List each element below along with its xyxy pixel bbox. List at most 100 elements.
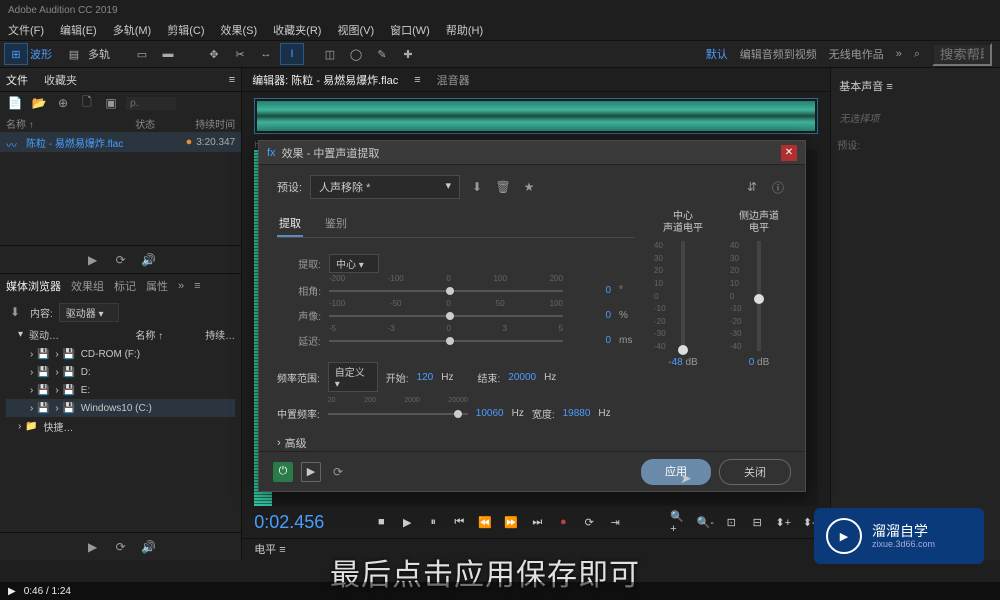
center-level-slider[interactable]: 403020100-10-20-30-40: [672, 241, 694, 351]
tab-properties[interactable]: 属性: [146, 278, 168, 294]
center-freq-value[interactable]: 10060: [476, 408, 504, 419]
filter-button[interactable]: ▣: [102, 94, 120, 112]
browser-menu-icon[interactable]: ≡: [194, 280, 200, 292]
tab-extract[interactable]: 提取: [277, 211, 303, 237]
phase-value[interactable]: 0: [571, 285, 611, 296]
time-select-tool-button[interactable]: I: [280, 43, 304, 65]
tree-item[interactable]: ›💾›💾CD-ROM (F:): [6, 345, 235, 363]
move-tool-button[interactable]: ✥: [202, 43, 226, 65]
editor-tab-menu-icon[interactable]: ≡: [414, 74, 420, 86]
center-level-value[interactable]: -48: [668, 357, 682, 368]
zoom-sel-button[interactable]: ⊟: [748, 513, 766, 531]
advanced-toggle[interactable]: › 高级: [277, 435, 635, 451]
editor-tab[interactable]: 编辑器: 陈粒 - 易燃易爆炸.flac: [252, 72, 398, 88]
zoom-full-button[interactable]: ⊡: [722, 513, 740, 531]
preview-play-button[interactable]: ▶: [301, 462, 321, 482]
close-button[interactable]: 关闭: [719, 459, 791, 485]
tab-files[interactable]: 文件: [6, 72, 28, 88]
browser-more-button[interactable]: »: [178, 280, 184, 292]
delay-value[interactable]: 0: [571, 335, 611, 346]
tab-markers[interactable]: 标记: [114, 278, 136, 294]
side-level-value[interactable]: 0: [749, 357, 755, 368]
tab-media-browser[interactable]: 媒体浏览器: [6, 278, 61, 294]
file-row[interactable]: 〰 陈粒 - 易燃易爆炸.flac ● 3:20.347: [0, 132, 241, 152]
import-button[interactable]: 🗋: [78, 94, 96, 112]
phase-slider[interactable]: -200-1000100200: [329, 284, 563, 298]
content-dropdown[interactable]: 驱动器 ▾: [59, 303, 119, 322]
stop-button[interactable]: ■: [372, 513, 390, 531]
workspace-more-button[interactable]: »: [896, 48, 902, 60]
preview-loop-button[interactable]: ⟳: [112, 251, 130, 269]
start-value[interactable]: 120: [417, 372, 434, 383]
multitrack-mode-button[interactable]: ▤: [62, 43, 86, 65]
browser-loop-button[interactable]: ⟳: [112, 538, 130, 556]
zoom-out-button[interactable]: 🔍-: [696, 513, 714, 531]
play-button[interactable]: ▶: [398, 513, 416, 531]
tree-item-quick[interactable]: ›📁快捷…: [6, 417, 235, 435]
workspace-radio[interactable]: 无线电作品: [829, 46, 884, 62]
razor-tool-button[interactable]: ✂: [228, 43, 252, 65]
menu-multitrack[interactable]: 多轨(M): [109, 20, 156, 40]
workspace-default[interactable]: 默认: [706, 46, 728, 62]
workspace-edit-audio[interactable]: 编辑音频到视频: [740, 46, 817, 62]
mixer-tab[interactable]: 混音器: [437, 72, 470, 88]
favorite-preset-button[interactable]: ★: [520, 178, 538, 196]
record-new-button[interactable]: ⊕: [54, 94, 72, 112]
zoom-in-amp-button[interactable]: ⬍+: [774, 513, 792, 531]
menu-effects[interactable]: 效果(S): [217, 20, 262, 40]
pause-button[interactable]: ⏸: [424, 513, 442, 531]
col-name[interactable]: 名称 ↑: [6, 116, 135, 130]
tree-toggle-icon[interactable]: ▾: [18, 329, 23, 340]
extract-dropdown[interactable]: 中心 ▾: [329, 254, 379, 273]
channel-map-button[interactable]: ⇵: [743, 178, 761, 196]
tab-identify[interactable]: 鉴别: [323, 211, 349, 237]
width-value[interactable]: 19880: [563, 408, 591, 419]
col-status[interactable]: 状态: [135, 116, 175, 130]
tab-favorites[interactable]: 收藏夹: [44, 72, 77, 88]
center-freq-slider[interactable]: 20200200020000: [328, 407, 468, 421]
apply-button[interactable]: 应用: [641, 459, 711, 485]
menu-help[interactable]: 帮助(H): [442, 20, 487, 40]
browser-play-button[interactable]: ▶: [84, 538, 102, 556]
loop-button[interactable]: ⟳: [580, 513, 598, 531]
browser-up-button[interactable]: ⬇: [6, 303, 24, 321]
close-button[interactable]: ✕: [781, 145, 797, 161]
lasso-tool-button[interactable]: ◯: [344, 43, 368, 65]
slip-tool-button[interactable]: ↔: [254, 43, 278, 65]
delete-preset-button[interactable]: 🗑: [494, 178, 512, 196]
save-preset-button[interactable]: ⬇: [468, 178, 486, 196]
browser-auto-button[interactable]: 🔊: [140, 538, 158, 556]
heal-tool-button[interactable]: ✚: [396, 43, 420, 65]
skip-end-button[interactable]: ⏭: [528, 513, 546, 531]
rewind-button[interactable]: ⏪: [476, 513, 494, 531]
tree-item[interactable]: ›💾›💾Windows10 (C:): [6, 399, 235, 417]
tree-item[interactable]: ›💾›💾E:: [6, 381, 235, 399]
new-file-button[interactable]: 📄: [6, 94, 24, 112]
waveform-mode-button[interactable]: ⊞: [4, 43, 28, 65]
search-help-input[interactable]: [932, 43, 992, 66]
brush-tool-button[interactable]: ✎: [370, 43, 394, 65]
level-tab[interactable]: 电平: [254, 544, 276, 556]
record-button[interactable]: ●: [554, 513, 572, 531]
menu-clip[interactable]: 剪辑(C): [163, 20, 208, 40]
pan-slider[interactable]: -100-50050100: [329, 309, 563, 323]
files-filter-input[interactable]: [126, 97, 176, 110]
spectral-toggle-button[interactable]: ▬: [156, 43, 180, 65]
freq-range-dropdown[interactable]: 自定义 ▾: [328, 362, 378, 392]
open-file-button[interactable]: 📂: [30, 94, 48, 112]
menu-edit[interactable]: 编辑(E): [56, 20, 101, 40]
zoom-in-button[interactable]: 🔍+: [670, 513, 688, 531]
time-display[interactable]: 0:02.456: [254, 512, 324, 533]
end-value[interactable]: 20000: [508, 372, 536, 383]
video-play-button[interactable]: ▶: [8, 586, 16, 597]
effect-power-button[interactable]: ⏻: [273, 462, 293, 482]
col-duration[interactable]: 持续时间: [175, 116, 235, 130]
marquee-tool-button[interactable]: ◫: [318, 43, 342, 65]
skip-start-button[interactable]: ⏮: [450, 513, 468, 531]
loop-preview-button[interactable]: ⟳: [329, 463, 347, 481]
menu-window[interactable]: 窗口(W): [386, 20, 434, 40]
preview-play-button[interactable]: ▶: [84, 251, 102, 269]
preset-dropdown[interactable]: 人声移除 *▾: [310, 175, 460, 199]
pan-value[interactable]: 0: [571, 310, 611, 321]
hud-toggle-button[interactable]: ▭: [130, 43, 154, 65]
